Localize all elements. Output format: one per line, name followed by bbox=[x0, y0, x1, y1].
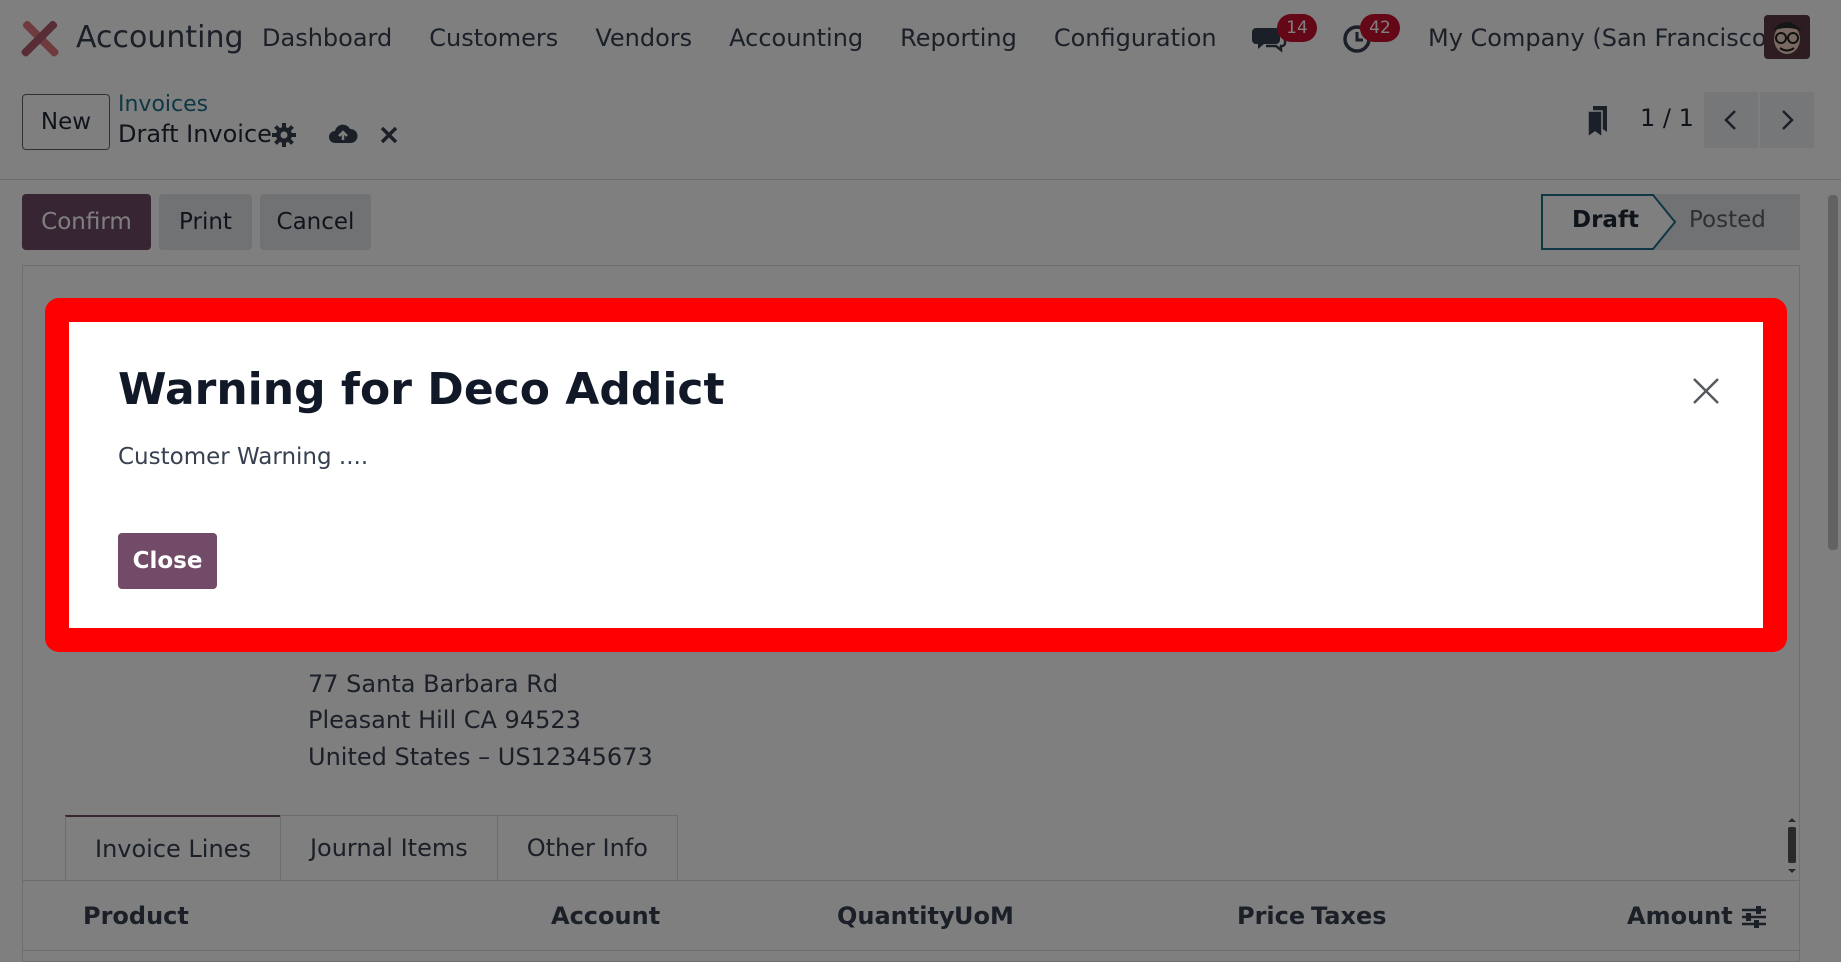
dialog-message: Customer Warning .... bbox=[118, 444, 369, 470]
dialog-title: Warning for Deco Addict bbox=[118, 364, 725, 415]
close-icon[interactable] bbox=[1691, 376, 1721, 406]
warning-dialog: Warning for Deco Addict Customer Warning… bbox=[69, 322, 1763, 628]
dialog-close-button[interactable]: Close bbox=[118, 533, 217, 589]
